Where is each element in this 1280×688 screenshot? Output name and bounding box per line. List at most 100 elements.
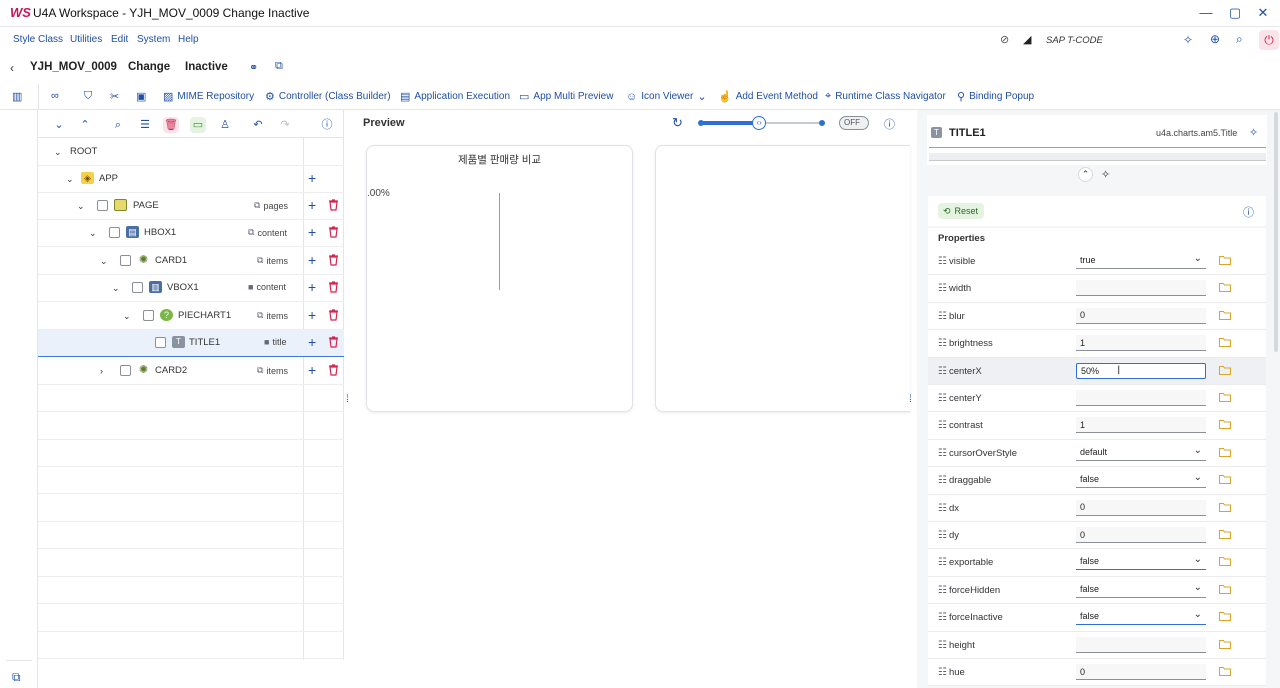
height-input[interactable] (1076, 636, 1206, 653)
card1-preview[interactable]: 제품별 판매량 비교 .00% (366, 145, 633, 412)
add-child-icon[interactable]: + (308, 225, 316, 239)
tree-row-hbox1[interactable]: ⌄ ▤ HBOX1 ⧉ content + (38, 220, 344, 247)
card2-preview[interactable] (655, 145, 910, 412)
tree-row-card1[interactable]: ⌄ ✺ CARD1 ⧉ items + (38, 248, 344, 275)
splitter-handle[interactable]: ⁞ (346, 394, 349, 405)
search-icon[interactable]: ⌕ (110, 117, 126, 133)
help-icon[interactable]: ⓘ (884, 116, 895, 132)
external-link-icon[interactable]: ⧉ (275, 60, 283, 73)
zoom-slider-handle[interactable]: ‹› (752, 116, 766, 130)
chevron-down-icon[interactable]: ⌄ (89, 228, 97, 239)
centery-input[interactable] (1076, 390, 1206, 406)
chevron-down-icon[interactable]: ⌄ (66, 174, 74, 185)
power-icon[interactable]: ⏻ (1259, 30, 1279, 50)
folder-icon[interactable] (1219, 337, 1231, 348)
controller-button[interactable]: ⚙ Controller (Class Builder) (265, 90, 391, 103)
glasses-icon[interactable]: ∞ (51, 90, 59, 102)
chevron-down-icon[interactable]: ⌄ (77, 201, 85, 212)
folder-icon[interactable] (1219, 611, 1231, 622)
pin-icon[interactable]: ✧ (1249, 126, 1258, 139)
folder-icon[interactable] (1219, 392, 1231, 402)
tree-row-title1[interactable]: T TITLE1 ■ title + (38, 330, 344, 357)
undo-icon[interactable]: ↶ (250, 117, 266, 133)
folder-icon[interactable] (1219, 419, 1231, 430)
tree-row-vbox1[interactable]: ⌄ ▥ VBOX1 ■ content + (38, 275, 344, 302)
collapse-header-icon[interactable]: ⌃ (1078, 167, 1093, 182)
blur-input[interactable] (1076, 307, 1206, 324)
zoom-in-icon[interactable]: ⊕ (1210, 32, 1220, 46)
contrast-input[interactable] (1076, 417, 1206, 434)
trash-icon[interactable] (328, 336, 339, 348)
folder-icon[interactable] (1219, 447, 1231, 457)
app-multi-preview-button[interactable]: ▭ App Multi Preview (519, 90, 613, 103)
minimize-button[interactable]: — (1196, 4, 1216, 22)
width-input[interactable] (1076, 280, 1206, 297)
row-checkbox[interactable] (143, 310, 154, 321)
chevron-right-icon[interactable]: › (100, 366, 103, 376)
copy-icon[interactable]: ⧉ (12, 670, 21, 685)
pin-icon[interactable]: ✧ (1101, 168, 1110, 181)
delete-icon[interactable]: 🗑 (163, 117, 179, 133)
preview-select-icon[interactable]: ▭ (190, 117, 206, 133)
brightness-input[interactable] (1076, 335, 1206, 352)
trash-icon[interactable] (328, 254, 339, 266)
mime-repository-button[interactable]: ▨ MIME Repository (163, 90, 254, 103)
back-icon[interactable]: ‹ (10, 61, 14, 75)
collapse-all-icon[interactable]: ⌃ (77, 117, 93, 133)
properties-scrollbar[interactable] (1274, 112, 1278, 352)
reset-button[interactable]: ⟲ Reset (938, 203, 985, 219)
row-checkbox[interactable] (155, 337, 166, 348)
chevron-down-icon[interactable]: ⌄ (100, 256, 108, 267)
tree-structure-icon[interactable]: ☰ (137, 117, 153, 133)
trash-icon[interactable] (328, 281, 339, 293)
add-child-icon[interactable]: + (308, 198, 316, 212)
tag-icon[interactable]: ◢ (1023, 33, 1031, 46)
tree-row-root[interactable]: ⌄ ROOT (38, 139, 344, 166)
close-button[interactable]: ✕ (1253, 4, 1273, 22)
row-checkbox[interactable] (120, 365, 131, 376)
folder-icon[interactable] (1219, 556, 1231, 567)
maximize-button[interactable]: ▢ (1225, 4, 1245, 22)
chevron-down-icon[interactable]: ⌄ (112, 283, 120, 294)
menu-style-class[interactable]: Style Class (13, 34, 63, 45)
folder-icon[interactable] (1219, 365, 1231, 375)
hue-input[interactable] (1076, 664, 1206, 680)
toggle-switch[interactable]: OFF (839, 116, 869, 130)
add-event-method-button[interactable]: ☝ Add Event Method (718, 90, 818, 103)
menu-edit[interactable]: Edit (111, 34, 128, 45)
add-child-icon[interactable]: + (308, 363, 316, 377)
cursoroverstyle-select[interactable]: default ⌄ (1076, 444, 1206, 461)
dx-input[interactable] (1076, 499, 1206, 516)
centerx-input[interactable] (1076, 362, 1206, 379)
trash-icon[interactable] (328, 226, 339, 238)
trash-icon[interactable] (328, 199, 339, 211)
folder-icon[interactable] (1219, 255, 1231, 265)
folder-icon[interactable] (1219, 529, 1231, 539)
pin-icon[interactable]: ✧ (1183, 33, 1193, 47)
shield-icon[interactable]: ⛉ (84, 90, 92, 103)
row-checkbox[interactable] (120, 255, 131, 266)
application-execution-button[interactable]: ▤ Application Execution (400, 90, 510, 103)
folder-icon[interactable] (1219, 310, 1231, 320)
chevron-down-icon[interactable]: ⌄ (123, 311, 131, 322)
folder-icon[interactable] (1219, 502, 1231, 512)
refresh-icon[interactable]: ↻ (672, 115, 683, 131)
runtime-class-navigator-button[interactable]: ⌖ Runtime Class Navigator (825, 90, 946, 103)
dy-input[interactable] (1076, 527, 1206, 543)
search-icon[interactable]: ⌕ (1236, 32, 1243, 47)
redo-icon[interactable]: ↷ (277, 117, 293, 133)
row-checkbox[interactable] (109, 227, 120, 238)
splitter-handle[interactable]: ⁞ (909, 394, 912, 405)
tree-row-page[interactable]: ⌄ PAGE ⧉ pages + (38, 193, 344, 220)
folder-icon[interactable] (1219, 282, 1231, 293)
visible-select[interactable]: true ⌄ (1076, 253, 1206, 269)
row-checkbox[interactable] (132, 282, 143, 293)
help-icon[interactable]: ⓘ (319, 117, 335, 133)
add-child-icon[interactable]: + (308, 280, 316, 294)
menu-help[interactable]: Help (178, 34, 199, 45)
tree-row-piechart1[interactable]: ⌄ ? PIECHART1 ⧉ items + (38, 303, 344, 330)
add-child-icon[interactable]: + (308, 335, 316, 349)
draggable-select[interactable]: false ⌄ (1076, 472, 1206, 489)
visibility-off-icon[interactable]: ⊘ (1000, 33, 1009, 46)
folder-icon[interactable] (1219, 584, 1231, 594)
